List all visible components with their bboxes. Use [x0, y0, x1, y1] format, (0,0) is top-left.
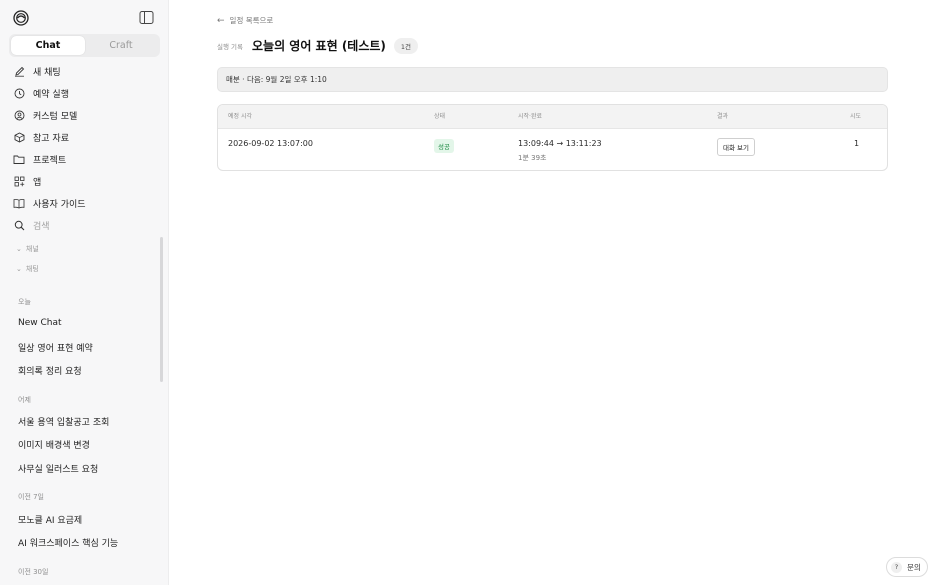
sidebar-item-label: 커스텀 모델: [33, 111, 78, 122]
history-group-label: 오늘: [18, 298, 31, 306]
history-group-label: 어제: [18, 396, 31, 404]
history-group-label: 이전 7일: [18, 493, 44, 501]
sidebar-item-label: 참고 자료: [33, 133, 69, 144]
cell-attempts: 1: [854, 139, 860, 148]
box-icon: [12, 130, 26, 144]
sidebar-item-label: 새 채팅: [33, 67, 61, 78]
help-label: 문의: [907, 562, 921, 572]
section-label: 채널: [25, 245, 39, 253]
back-to-schedule-list-link[interactable]: ← 일정 목록으로: [217, 15, 273, 26]
schedule-info-bar: 매분 · 다음: 9월 2일 오후 1:10: [217, 67, 888, 92]
sidebar-item-references[interactable]: 참고 자료: [12, 128, 162, 146]
chevron-down-icon: ⌄: [16, 265, 22, 273]
sidebar-item-label: 프로젝트: [33, 155, 67, 166]
book-icon: [12, 196, 26, 210]
run-count-badge: 1건: [393, 37, 419, 54]
mode-switch: Chat Craft: [9, 34, 160, 57]
view-conversation-button[interactable]: 대화 보기: [717, 138, 755, 156]
sidebar-toggle-icon[interactable]: [139, 10, 154, 25]
history-item[interactable]: 일상 영어 표현 예약: [18, 341, 93, 354]
sidebar-header: [0, 0, 169, 34]
search-icon: [12, 218, 26, 232]
table-header: 예정 시각 상태 시작·완료 결과 시도: [218, 105, 887, 129]
cell-time-range: 13:09:44 → 13:11:23: [518, 139, 602, 148]
history-item[interactable]: New Chat: [18, 318, 62, 328]
section-toggle-chats[interactable]: ⌄ 채팅: [16, 264, 39, 274]
sidebar-item-custom-model[interactable]: 커스텀 모델: [12, 106, 162, 124]
history-item[interactable]: 사무실 일러스트 요청: [18, 462, 98, 475]
edit-icon: [12, 64, 26, 78]
sidebar-item-projects[interactable]: 프로젝트: [12, 150, 162, 168]
column-header-time-range: 시작·완료: [518, 113, 542, 120]
tab-craft[interactable]: Craft: [84, 36, 158, 55]
sidebar-item-label: 예약 실행: [33, 89, 69, 100]
sidebar-item-label: 사용자 가이드: [33, 199, 86, 210]
sidebar-item-search[interactable]: 검색: [12, 216, 162, 234]
chevron-down-icon: ⌄: [16, 245, 22, 253]
sidebar-item-apps[interactable]: 앱: [12, 172, 162, 190]
page-title: 오늘의 영어 표현 (테스트): [252, 39, 386, 53]
folder-icon: [12, 152, 26, 166]
clock-icon: [12, 86, 26, 100]
apps-icon: [12, 174, 26, 188]
sidebar-scrollbar[interactable]: [160, 237, 163, 382]
custom-model-icon: [12, 108, 26, 122]
sidebar-item-label: 검색: [33, 221, 50, 232]
tab-chat[interactable]: Chat: [11, 36, 85, 55]
history-item[interactable]: AI 워크스페이스 핵심 기능: [18, 536, 118, 549]
sidebar-item-scheduled[interactable]: 예약 실행: [12, 84, 162, 102]
history-group-label: 이전 30일: [18, 568, 49, 576]
sidebar-item-user-guide[interactable]: 사용자 가이드: [12, 194, 162, 212]
cell-scheduled-time: 2026-09-02 13:07:00: [228, 139, 313, 148]
section-toggle-channels[interactable]: ⌄ 채널: [16, 244, 39, 254]
back-link-label: 일정 목록으로: [229, 16, 274, 25]
section-label: 채팅: [25, 265, 39, 273]
history-item[interactable]: 모노클 AI 요금제: [18, 513, 82, 526]
sidebar-item-new-chat[interactable]: 새 채팅: [12, 62, 162, 80]
help-button[interactable]: ? 문의: [886, 557, 928, 577]
column-header-scheduled: 예정 시각: [228, 113, 252, 120]
status-badge: 성공: [434, 139, 454, 153]
history-item[interactable]: 이미지 배경색 변경: [18, 438, 90, 451]
sidebar-item-label: 앱: [33, 177, 42, 188]
question-icon: ?: [891, 561, 902, 573]
sidebar: Chat Craft 새 채팅 예약 실행 커스텀 모델 참고 자료 프로젝트 …: [0, 0, 169, 585]
history-item[interactable]: 서울 용역 입찰공고 조회: [18, 415, 109, 428]
cell-duration: 1분 39초: [518, 154, 547, 162]
column-header-status: 상태: [434, 113, 446, 120]
column-header-attempts: 시도: [850, 113, 862, 120]
run-history-table: 예정 시각 상태 시작·완료 결과 시도 2026-09-02 13:07:00…: [217, 104, 888, 171]
page-eyebrow: 실행 기록: [217, 42, 243, 51]
column-header-result: 결과: [717, 113, 729, 120]
logo-icon[interactable]: [13, 10, 29, 26]
page-header: 실행 기록 오늘의 영어 표현 (테스트) 1건: [217, 37, 419, 54]
history-item[interactable]: 회의록 정리 요청: [18, 364, 82, 377]
arrow-left-icon: ←: [217, 15, 225, 26]
